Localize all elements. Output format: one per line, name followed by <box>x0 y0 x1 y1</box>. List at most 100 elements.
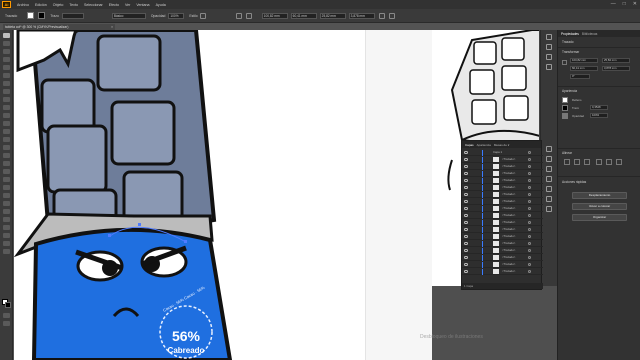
eye-icon[interactable] <box>464 165 468 168</box>
eye-icon[interactable] <box>464 158 468 161</box>
eye-icon[interactable] <box>464 228 468 231</box>
menu-select[interactable]: Seleccionar <box>84 3 103 7</box>
tab-artboards[interactable]: Mesas de tr <box>494 143 510 147</box>
color-panel-icon[interactable] <box>546 34 552 40</box>
graphic-style-icon[interactable] <box>199 12 206 19</box>
close-button[interactable]: ✕ <box>633 1 637 7</box>
layer-row[interactable]: <Trazado> <box>462 227 543 233</box>
stroke-panel-icon[interactable] <box>546 176 552 182</box>
symbol-sprayer-tool-icon[interactable] <box>3 209 10 214</box>
layer-row[interactable]: <Trazado> <box>462 192 543 198</box>
layer-row[interactable]: <Trazado> <box>462 185 543 191</box>
eye-icon[interactable] <box>464 235 468 238</box>
layer-row[interactable]: <Trazado> <box>462 248 543 254</box>
layer-row[interactable]: <Trazado> <box>462 199 543 205</box>
target-icon[interactable] <box>528 228 531 231</box>
offset-path-button[interactable]: Desplazamiento <box>572 192 627 199</box>
target-icon[interactable] <box>528 151 531 154</box>
type-tool-icon[interactable] <box>3 81 10 86</box>
target-icon[interactable] <box>528 214 531 217</box>
shape-builder-tool-icon[interactable] <box>3 161 10 166</box>
tab-libraries[interactable]: Bibliotecas <box>582 32 597 36</box>
isolate-icon[interactable] <box>378 12 385 19</box>
paintbrush-tool-icon[interactable] <box>3 105 10 110</box>
eye-icon[interactable] <box>464 214 468 217</box>
rectangle-tool-icon[interactable] <box>3 97 10 102</box>
reference-point-icon[interactable] <box>562 60 567 65</box>
layer-row[interactable]: <Trazado> <box>462 213 543 219</box>
eye-icon[interactable] <box>464 151 468 154</box>
appearance-panel-icon[interactable] <box>546 156 552 162</box>
opacity-field[interactable]: 100% <box>590 113 608 118</box>
width-tool-icon[interactable] <box>3 145 10 150</box>
target-icon[interactable] <box>528 165 531 168</box>
target-icon[interactable] <box>528 207 531 210</box>
curvature-tool-icon[interactable] <box>3 73 10 78</box>
menu-edit[interactable]: Edición <box>35 3 47 7</box>
y-field[interactable]: 60,41 mm <box>570 66 598 71</box>
menu-view[interactable]: Ver <box>125 3 130 7</box>
layer-row[interactable]: <Trazado> <box>462 255 543 261</box>
menu-object[interactable]: Objeto <box>53 3 64 7</box>
magic-wand-tool-icon[interactable] <box>3 49 10 54</box>
align-panel-icon[interactable] <box>546 206 552 212</box>
swatches-panel-icon[interactable] <box>546 44 552 50</box>
eye-icon[interactable] <box>464 200 468 203</box>
target-icon[interactable] <box>528 235 531 238</box>
layer-row[interactable]: <Trazado> <box>462 220 543 226</box>
stroke-weight-field[interactable]: 0,3528 <box>590 105 608 110</box>
layer-row[interactable]: <Trazado> <box>462 171 543 177</box>
pencil-tool-icon[interactable] <box>3 113 10 118</box>
perspective-grid-tool-icon[interactable] <box>3 169 10 174</box>
mesh-tool-icon[interactable] <box>3 177 10 182</box>
fill-color-swatch[interactable] <box>27 12 35 19</box>
target-icon[interactable] <box>528 200 531 203</box>
scale-tool-icon[interactable] <box>3 137 10 142</box>
layer-row[interactable]: <Trazado> <box>462 269 543 275</box>
layer-row[interactable]: <Trazado> <box>462 241 543 247</box>
menu-window[interactable]: Ventana <box>136 3 149 7</box>
fill-color-swatch[interactable] <box>562 97 568 103</box>
eye-icon[interactable] <box>464 242 468 245</box>
line-tool-icon[interactable] <box>3 89 10 94</box>
brush-definition-dropdown[interactable]: Básico <box>111 12 146 19</box>
align-icon[interactable] <box>235 12 242 19</box>
angle-field[interactable]: 0° <box>570 74 590 79</box>
tab-layers[interactable]: Capas <box>465 143 474 147</box>
eye-icon[interactable] <box>464 270 468 273</box>
artboards-panel-icon[interactable] <box>546 166 552 172</box>
hand-tool-icon[interactable] <box>3 241 10 246</box>
stroke-swatch[interactable] <box>5 302 11 308</box>
height-field[interactable]: 3,878 mm <box>348 12 375 19</box>
target-icon[interactable] <box>528 221 531 224</box>
transform-icon[interactable] <box>245 12 252 19</box>
zoom-tool-icon[interactable] <box>3 249 10 254</box>
opacity-field[interactable]: 100% <box>168 12 185 19</box>
arrange-button[interactable]: Organizar <box>572 214 627 221</box>
w-field[interactable]: 25,82 mm <box>602 58 630 63</box>
layer-row-top[interactable]: Capa 1 <box>462 150 543 156</box>
x-field[interactable]: 100,82 mm <box>570 58 598 63</box>
brushes-panel-icon[interactable] <box>546 54 552 60</box>
simplify-button[interactable]: Volver a colocar <box>572 203 627 210</box>
minimize-button[interactable]: — <box>611 1 616 7</box>
eye-icon[interactable] <box>464 179 468 182</box>
maximize-button[interactable]: □ <box>623 1 626 7</box>
align-top-icon[interactable] <box>596 159 602 165</box>
target-icon[interactable] <box>528 242 531 245</box>
layer-row[interactable]: <Trazado> <box>462 178 543 184</box>
eye-icon[interactable] <box>464 256 468 259</box>
lasso-tool-icon[interactable] <box>3 57 10 62</box>
target-icon[interactable] <box>528 158 531 161</box>
slice-tool-icon[interactable] <box>3 233 10 238</box>
eye-icon[interactable] <box>464 172 468 175</box>
direct-selection-tool-icon[interactable] <box>3 41 10 46</box>
h-field[interactable]: 3,878 mm <box>602 66 630 71</box>
x-position-field[interactable]: 100,82 mm <box>261 12 288 19</box>
eye-icon[interactable] <box>464 193 468 196</box>
gradient-tool-icon[interactable] <box>3 185 10 190</box>
align-left-icon[interactable] <box>564 159 570 165</box>
screen-mode-icon[interactable] <box>3 321 10 326</box>
target-icon[interactable] <box>528 270 531 273</box>
eraser-tool-icon[interactable] <box>3 121 10 126</box>
